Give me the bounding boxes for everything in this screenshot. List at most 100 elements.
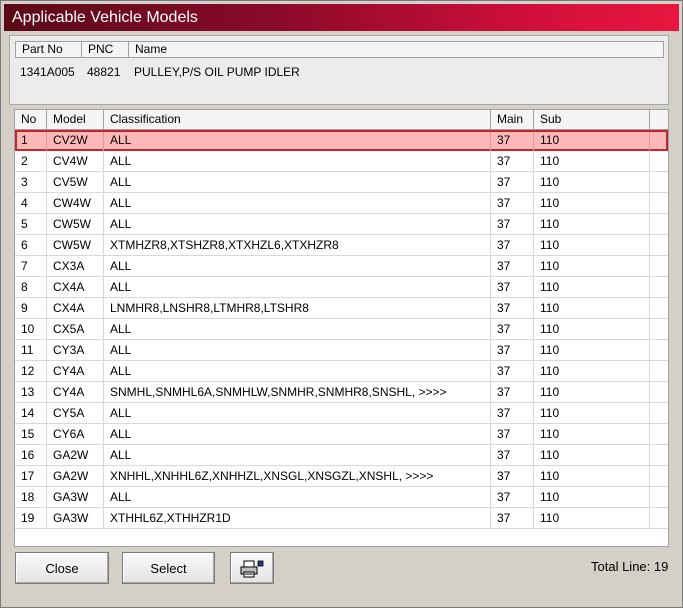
table-row[interactable]: 14 CY5A ALL 37 110 [15,403,668,424]
table-row[interactable]: 12 CY4A ALL 37 110 [15,361,668,382]
cell-no: 9 [15,298,47,318]
column-header-classification[interactable]: Classification [104,110,491,129]
cell-main: 37 [491,193,534,213]
table-row[interactable]: 6 CW5W XTMHZR8,XTSHZR8,XTXHZL6,XTXHZR8 37 11… [15,235,668,256]
table-row[interactable]: 15 CY6A ALL 37 110 [15,424,668,445]
cell-main: 37 [491,277,534,297]
cell-model: CV5W [47,172,104,192]
table-row[interactable]: 5 CW5W ALL 37 110 [15,214,668,235]
header-name: Name [135,42,168,56]
column-header-model[interactable]: Model [47,110,104,129]
table-row[interactable]: 17 GA2W XNHHL,XNHHL6Z,XNHHZL,XNSGL,XNSGZL,… [15,466,668,487]
cell-no: 8 [15,277,47,297]
table-row[interactable]: 7 CX3A ALL 37 110 [15,256,668,277]
table-row[interactable]: 18 GA3W ALL 37 110 [15,487,668,508]
cell-classification: LNMHR8,LNSHR8,LTMHR8,LTSHR8 [104,298,491,318]
table-row[interactable]: 2 CV4W ALL 37 110 [15,151,668,172]
cell-main: 37 [491,214,534,234]
cell-model: CW4W [47,193,104,213]
table-row[interactable]: 11 CY3A ALL 37 110 [15,340,668,361]
cell-no: 12 [15,361,47,381]
table-row[interactable]: 8 CX4A ALL 37 110 [15,277,668,298]
cell-sub: 110 [534,235,650,255]
column-header-sub[interactable]: Sub [534,110,650,129]
vehicle-models-table[interactable]: No Model Classification Main Sub 1 CV2W AL… [14,109,669,547]
cell-classification: ALL [104,214,491,234]
cell-classification: XTHHL6Z,XTHHZR1D [104,508,491,528]
cell-main: 37 [491,172,534,192]
table-row[interactable]: 16 GA2W ALL 37 110 [15,445,668,466]
cell-classification: ALL [104,361,491,381]
cell-model: CW5W [47,214,104,234]
part-no-value: 1341A005 [20,65,75,79]
pnc-value: 48821 [87,65,121,79]
cell-classification: ALL [104,132,491,152]
table-header: No Model Classification Main Sub [15,110,668,130]
cell-main: 37 [491,382,534,402]
cell-sub: 110 [534,172,650,192]
cell-model: CX4A [47,277,104,297]
cell-no: 11 [15,340,47,360]
cell-model: GA2W [47,466,104,486]
cell-no: 6 [15,235,47,255]
cell-no: 17 [15,466,47,486]
cell-no: 16 [15,445,47,465]
table-row-selected[interactable]: 1 CV2W ALL 37 110 [15,130,668,152]
cell-classification: ALL [104,487,491,507]
table-row[interactable]: 4 CW4W ALL 37 110 [15,193,668,214]
cell-no: 5 [15,214,47,234]
cell-model: CW5W [47,235,104,255]
cell-sub: 110 [534,403,650,423]
cell-sub: 110 [534,298,650,318]
total-line-count: Total Line: 19 [591,559,669,574]
cell-no: 15 [15,424,47,444]
cell-model: CX4A [47,298,104,318]
cell-model: CY4A [47,361,104,381]
table-row[interactable]: 10 CX5A ALL 37 110 [15,319,668,340]
cell-main: 37 [491,508,534,528]
cell-no: 18 [15,487,47,507]
header-pnc: PNC [82,42,129,57]
cell-main: 37 [491,466,534,486]
window-title: Applicable Vehicle Models [4,4,679,31]
column-header-main[interactable]: Main [491,110,534,129]
print-button[interactable] [230,552,274,584]
cell-main: 37 [491,151,534,171]
column-header-filler [650,110,668,129]
cell-main: 37 [491,132,534,152]
part-info-panel: Part No PNC Name 1341A005 48821 PULLEY,P… [9,35,669,105]
header-part-no: Part No [16,42,82,57]
cell-no: 14 [15,403,47,423]
cell-sub: 110 [534,445,650,465]
cell-classification: ALL [104,403,491,423]
cell-classification: ALL [104,445,491,465]
cell-model: CV4W [47,151,104,171]
cell-sub: 110 [534,487,650,507]
cell-no: 10 [15,319,47,339]
cell-classification: XTMHZR8,XTSHZR8,XTXHZL6,XTXHZR8 [104,235,491,255]
cell-classification: SNMHL,SNMHL6A,SNMHLW,SNMHR,SNMHR8,SNSHL,… [104,382,491,402]
table-row[interactable]: 13 CY4A SNMHL,SNMHL6A,SNMHLW,SNMHR,SNMHR8,… [15,382,668,403]
cell-model: CY5A [47,403,104,423]
cell-main: 37 [491,256,534,276]
cell-sub: 110 [534,193,650,213]
printer-icon [240,560,264,578]
cell-model: GA3W [47,508,104,528]
cell-no: 7 [15,256,47,276]
cell-classification: ALL [104,319,491,339]
close-button[interactable]: Close [15,552,109,584]
cell-model: CV2W [47,132,104,152]
table-row[interactable]: 19 GA3W XTHHL6Z,XTHHZR1D 37 110 [15,508,668,529]
dialog-window: Applicable Vehicle Models Part No PNC Na… [0,0,683,608]
cell-no: 2 [15,151,47,171]
table-row[interactable]: 9 CX4A LNMHR8,LNSHR8,LTMHR8,LTSHR8 37 110 [15,298,668,319]
cell-no: 3 [15,172,47,192]
cell-sub: 110 [534,424,650,444]
table-row[interactable]: 3 CV5W ALL 37 110 [15,172,668,193]
cell-classification: ALL [104,256,491,276]
cell-sub: 110 [534,256,650,276]
cell-model: CY3A [47,340,104,360]
column-header-no[interactable]: No [15,110,47,129]
select-button[interactable]: Select [122,552,215,584]
part-name-value: PULLEY,P/S OIL PUMP IDLER [134,65,300,79]
